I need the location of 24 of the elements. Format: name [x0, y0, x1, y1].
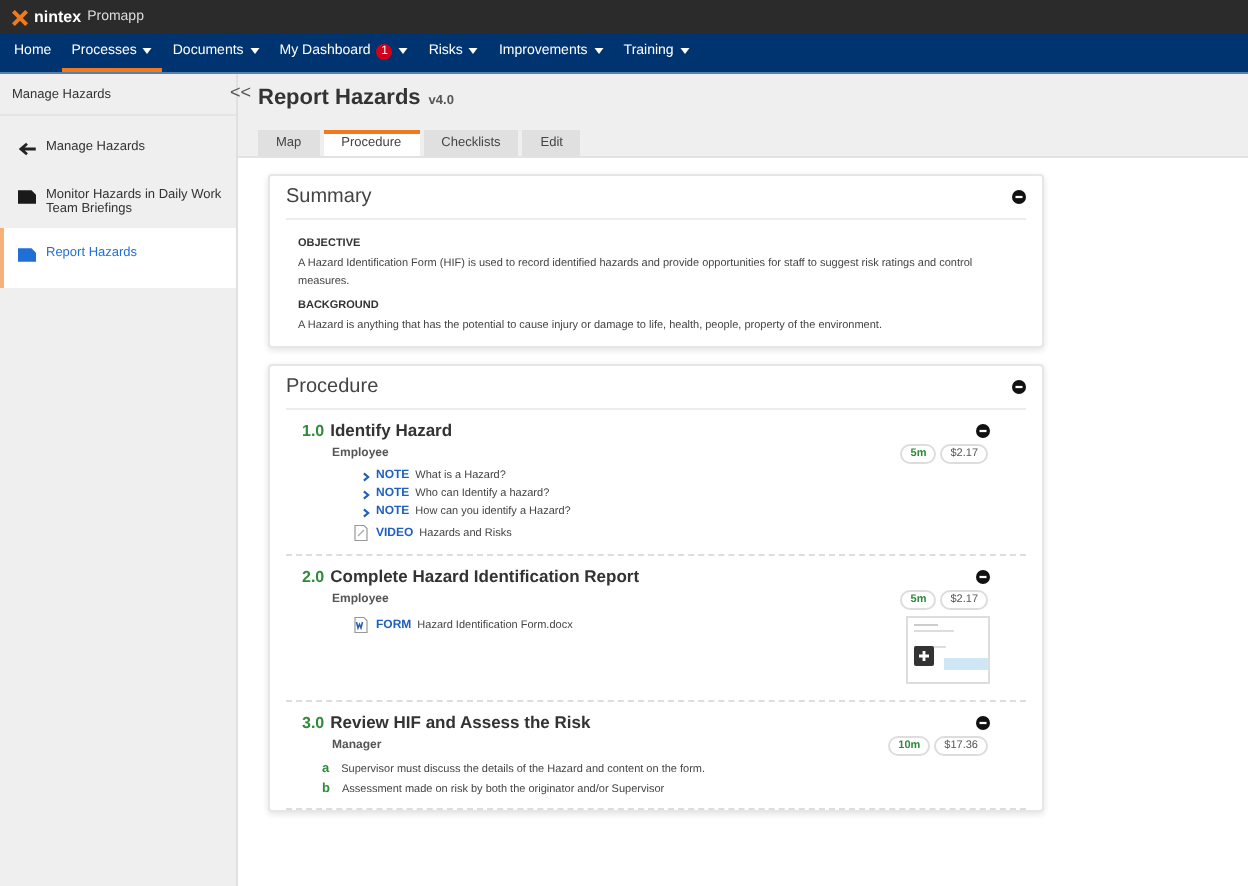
- collapse-icon[interactable]: [976, 423, 990, 438]
- step-number: 2.0: [302, 568, 325, 587]
- back-arrow-icon: [18, 142, 36, 156]
- word-document-icon: [352, 616, 370, 635]
- document-thumbnail[interactable]: [906, 616, 990, 685]
- collapse-icon[interactable]: [1012, 190, 1026, 204]
- collapse-icon[interactable]: [1012, 380, 1026, 395]
- collapse-button[interactable]: <<: [230, 74, 258, 156]
- brand-name: nintex: [34, 8, 82, 26]
- document-icon: [18, 248, 36, 262]
- step-number: 1.0: [302, 422, 325, 441]
- step-title: Complete Hazard Identification Report: [330, 566, 642, 587]
- card-title: Summary: [286, 186, 372, 208]
- document-icon: [18, 190, 36, 204]
- step-number: 3.0: [302, 714, 325, 733]
- file-icon: [352, 524, 370, 543]
- collapse-icon[interactable]: [976, 715, 990, 730]
- logo-icon: [12, 9, 28, 25]
- step-title: Review HIF and Assess the Risk: [330, 712, 593, 733]
- step-title: Identify Hazard: [330, 420, 455, 441]
- page-title: Report Hazards: [258, 86, 421, 110]
- collapse-icon[interactable]: [976, 569, 990, 584]
- card-title: Procedure: [286, 376, 379, 399]
- plus-icon[interactable]: [914, 646, 934, 667]
